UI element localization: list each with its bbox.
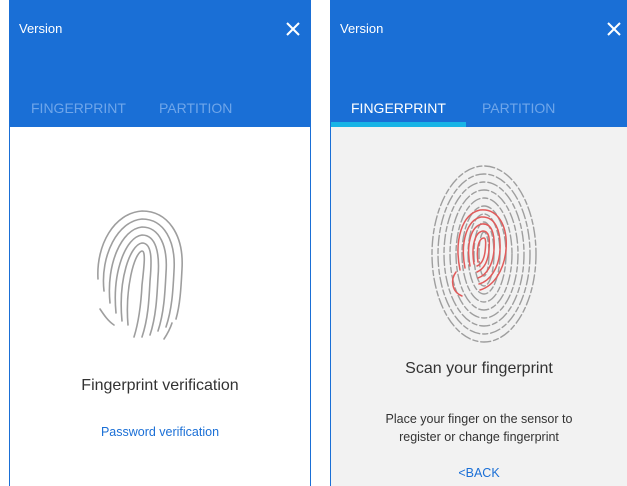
close-icon[interactable] — [284, 20, 302, 38]
tab-partition[interactable]: PARTITION — [482, 100, 555, 116]
scan-instructions: Place your finger on the sensor to regis… — [351, 410, 607, 446]
password-verification-link[interactable]: Password verification — [10, 425, 310, 439]
window-header: Version FINGERPRINT PARTITION — [10, 0, 310, 127]
tab-partition[interactable]: PARTITION — [159, 100, 232, 116]
window-title: Version — [340, 21, 384, 36]
scan-heading: Scan your fingerprint — [405, 360, 553, 377]
fingerprint-verification-window: Version FINGERPRINT PARTITION Fingerprin… — [9, 0, 311, 486]
back-link[interactable]: <BACK — [331, 466, 627, 480]
verification-heading: Fingerprint verification — [81, 377, 239, 394]
instruction-line: Place your finger on the sensor to — [385, 412, 573, 426]
window-title: Version — [19, 21, 63, 36]
fingerprint-scan-window: Version FINGERPRINT PARTITION Scan your … — [330, 0, 627, 486]
fingerprint-scan-icon — [431, 165, 537, 343]
active-tab-indicator — [331, 122, 466, 127]
window-header: Version FINGERPRINT PARTITION — [331, 0, 627, 127]
instruction-line: register or change fingerprint — [399, 430, 559, 444]
close-icon[interactable] — [605, 20, 623, 38]
fingerprint-icon — [97, 210, 183, 340]
tab-fingerprint[interactable]: FINGERPRINT — [31, 100, 126, 116]
tab-fingerprint[interactable]: FINGERPRINT — [351, 100, 446, 116]
